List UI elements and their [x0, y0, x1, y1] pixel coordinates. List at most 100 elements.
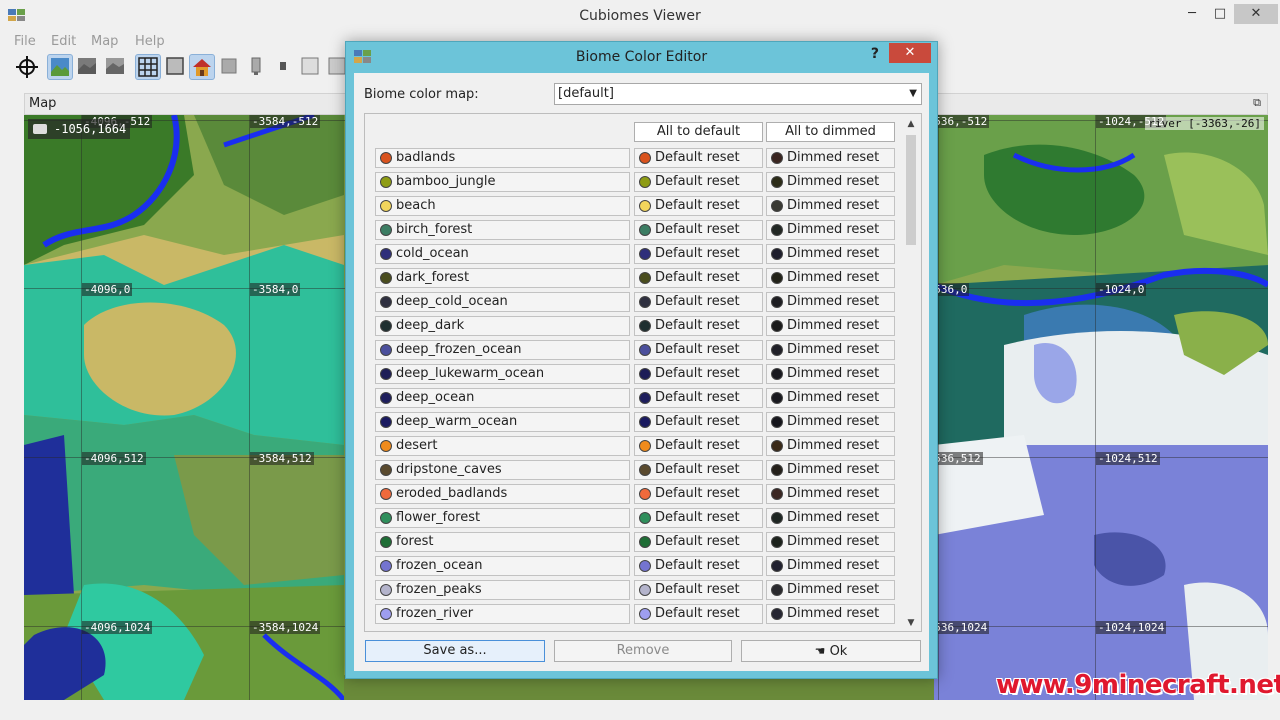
default-reset-button[interactable]: Default reset	[634, 196, 763, 216]
dimmed-reset-button[interactable]: Dimmed reset	[766, 340, 895, 360]
biome-color-button[interactable]: forest	[375, 532, 630, 552]
dimmed-reset-button[interactable]: Dimmed reset	[766, 244, 895, 264]
all-to-default-button[interactable]: All to default	[634, 122, 763, 142]
default-reset-button[interactable]: Default reset	[634, 292, 763, 312]
shading-button[interactable]	[103, 54, 129, 80]
dimmed-reset-button[interactable]: Dimmed reset	[766, 556, 895, 576]
village-button[interactable]	[189, 54, 215, 80]
ok-button[interactable]: ☚ Ok	[741, 640, 921, 662]
minimize-button[interactable]: ─	[1178, 4, 1206, 24]
biome-color-button[interactable]: birch_forest	[375, 220, 630, 240]
default-reset-button[interactable]: Default reset	[634, 484, 763, 504]
dimmed-reset-button[interactable]: Dimmed reset	[766, 172, 895, 192]
default-reset-button[interactable]: Default reset	[634, 532, 763, 552]
dimmed-reset-button[interactable]: Dimmed reset	[766, 436, 895, 456]
biome-color-button[interactable]: frozen_river	[375, 604, 630, 624]
menu-file[interactable]: File	[14, 34, 36, 49]
biome-color-button[interactable]: desert	[375, 436, 630, 456]
biome-color-button[interactable]: deep_dark	[375, 316, 630, 336]
all-to-dimmed-button[interactable]: All to dimmed	[766, 122, 895, 142]
default-reset-button[interactable]: Default reset	[634, 148, 763, 168]
biome-row: cold_ocean Default reset Dimmed reset	[365, 242, 901, 266]
dimmed-reset-label: Dimmed reset	[787, 342, 880, 357]
menu-edit[interactable]: Edit	[51, 34, 76, 49]
default-reset-button[interactable]: Default reset	[634, 340, 763, 360]
biome-color-button[interactable]: eroded_badlands	[375, 484, 630, 504]
biome-color-button[interactable]: bamboo_jungle	[375, 172, 630, 192]
dimmed-reset-button[interactable]: Dimmed reset	[766, 268, 895, 288]
heightmap-button[interactable]	[75, 54, 101, 80]
dimmed-reset-button[interactable]: Dimmed reset	[766, 220, 895, 240]
slime-chunks-button[interactable]	[163, 54, 189, 80]
dimmed-reset-button[interactable]: Dimmed reset	[766, 148, 895, 168]
default-reset-button[interactable]: Default reset	[634, 388, 763, 408]
dimmed-reset-button[interactable]: Dimmed reset	[766, 316, 895, 336]
biome-list[interactable]: All to default All to dimmed badlands Def…	[364, 113, 922, 632]
save-as-button[interactable]: Save as...	[365, 640, 545, 662]
help-button[interactable]: ?	[871, 46, 879, 62]
tower-button[interactable]	[244, 54, 270, 80]
biome-color-button[interactable]: flower_forest	[375, 508, 630, 528]
dimmed-reset-button[interactable]: Dimmed reset	[766, 508, 895, 528]
map-panel-title: Map	[29, 96, 57, 111]
color-swatch	[771, 296, 783, 308]
default-reset-button[interactable]: Default reset	[634, 556, 763, 576]
biome-color-button[interactable]: cold_ocean	[375, 244, 630, 264]
default-reset-button[interactable]: Default reset	[634, 364, 763, 384]
dimmed-reset-label: Dimmed reset	[787, 510, 880, 525]
default-reset-button[interactable]: Default reset	[634, 268, 763, 288]
biome-color-button[interactable]: dripstone_caves	[375, 460, 630, 480]
dimmed-reset-button[interactable]: Dimmed reset	[766, 532, 895, 552]
biome-color-button[interactable]: frozen_peaks	[375, 580, 630, 600]
dimmed-reset-button[interactable]: Dimmed reset	[766, 484, 895, 504]
dimmed-reset-button[interactable]: Dimmed reset	[766, 388, 895, 408]
dimmed-reset-button[interactable]: Dimmed reset	[766, 460, 895, 480]
default-reset-button[interactable]: Default reset	[634, 436, 763, 456]
maximize-button[interactable]: □	[1206, 4, 1234, 24]
default-reset-button[interactable]: Default reset	[634, 244, 763, 264]
default-reset-button[interactable]: Default reset	[634, 316, 763, 336]
dimmed-reset-button[interactable]: Dimmed reset	[766, 364, 895, 384]
biome-color-button[interactable]: deep_frozen_ocean	[375, 340, 630, 360]
biome-color-button[interactable]: deep_lukewarm_ocean	[375, 364, 630, 384]
structure-button[interactable]	[217, 54, 243, 80]
dimmed-reset-button[interactable]: Dimmed reset	[766, 580, 895, 600]
scroll-up-icon[interactable]: ▲	[903, 117, 919, 131]
undock-icon[interactable]: ⧉	[1253, 96, 1261, 110]
biome-color-button[interactable]: beach	[375, 196, 630, 216]
dimmed-reset-label: Dimmed reset	[787, 390, 880, 405]
biome-color-button[interactable]: deep_ocean	[375, 388, 630, 408]
default-reset-button[interactable]: Default reset	[634, 580, 763, 600]
default-reset-button[interactable]: Default reset	[634, 508, 763, 528]
outline-button[interactable]	[298, 54, 324, 80]
menu-map[interactable]: Map	[91, 34, 118, 49]
list-scrollbar[interactable]: ▲ ▼	[903, 115, 919, 630]
dimmed-reset-button[interactable]: Dimmed reset	[766, 292, 895, 312]
default-reset-button[interactable]: Default reset	[634, 460, 763, 480]
close-button[interactable]: ✕	[1234, 4, 1278, 24]
dimmed-reset-button[interactable]: Dimmed reset	[766, 412, 895, 432]
biome-color-button[interactable]: dark_forest	[375, 268, 630, 288]
default-reset-button[interactable]: Default reset	[634, 604, 763, 624]
biome-color-button[interactable]: frozen_ocean	[375, 556, 630, 576]
dimmed-reset-button[interactable]: Dimmed reset	[766, 604, 895, 624]
grid-toggle-button[interactable]	[135, 54, 161, 80]
default-reset-button[interactable]: Default reset	[634, 412, 763, 432]
grid-coordinate: -3584,1024	[250, 621, 321, 634]
colormap-select[interactable]: [default] ▼	[554, 83, 922, 105]
scroll-thumb[interactable]	[906, 135, 916, 245]
default-reset-button[interactable]: Default reset	[634, 172, 763, 192]
default-reset-button[interactable]: Default reset	[634, 220, 763, 240]
biome-color-button[interactable]: deep_warm_ocean	[375, 412, 630, 432]
dimmed-reset-button[interactable]: Dimmed reset	[766, 196, 895, 216]
grid-coordinate: -4096,1024	[82, 621, 153, 634]
biome-color-button[interactable]: badlands	[375, 148, 630, 168]
biome-color-button[interactable]: deep_cold_ocean	[375, 292, 630, 312]
marker-button[interactable]	[271, 54, 297, 80]
scroll-down-icon[interactable]: ▼	[903, 616, 919, 630]
menu-help[interactable]: Help	[135, 34, 165, 49]
crosshair-tool-button[interactable]	[14, 54, 40, 80]
remove-button[interactable]: Remove	[554, 640, 732, 662]
dialog-close-button[interactable]: ✕	[889, 43, 931, 63]
biome-view-button[interactable]	[47, 54, 73, 80]
